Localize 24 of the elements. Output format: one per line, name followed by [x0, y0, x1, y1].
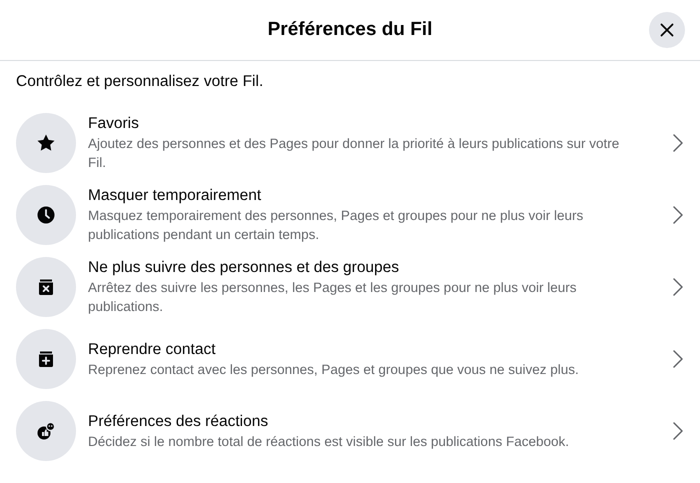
- chevron-right-icon[interactable]: [672, 277, 684, 297]
- option-title[interactable]: Masquer temporairement: [88, 186, 664, 206]
- option-title[interactable]: Ne plus suivre des personnes et des groupes: [88, 258, 664, 278]
- option-description: Ajoutez des personnes et des Pages pour donner la priorité à leurs publications sur votre Fil.: [88, 135, 620, 172]
- box-x-icon: [36, 277, 56, 297]
- option-title[interactable]: Reprendre contact: [88, 340, 664, 360]
- close-icon: [660, 23, 674, 37]
- option-title[interactable]: Favoris: [88, 114, 664, 134]
- close-button[interactable]: [649, 12, 685, 48]
- option-description: Décidez si le nombre total de réactions est visible sur les publications Facebook.: [88, 432, 570, 450]
- option-description: Arrêtez des suivre les personnes, les Pages et les groupes pour ne plus voir leurs publications.: [88, 279, 578, 316]
- clock-icon: [36, 205, 56, 225]
- chevron-right-icon[interactable]: [672, 421, 684, 441]
- chevron-right-icon[interactable]: [672, 205, 684, 225]
- option-description: Masquez temporairement des personnes, Pages et groupes pour ne plus voir leurs publications pendant un certain temps.: [88, 207, 584, 244]
- chevron-right-icon[interactable]: [672, 133, 684, 153]
- option-title[interactable]: Préférences des réactions: [88, 412, 664, 432]
- option-description: Reprenez contact avec les personnes, Pages et groupes que vous ne suivez plus.: [88, 360, 580, 378]
- reactions-icon: [36, 421, 56, 441]
- dialog-title: Préférences du Fil: [268, 19, 432, 41]
- chevron-right-icon[interactable]: [672, 349, 684, 369]
- box-plus-icon: [36, 349, 56, 369]
- star-icon: [36, 133, 56, 153]
- intro-text: Contrôlez et personnalisez votre Fil.: [15, 72, 264, 92]
